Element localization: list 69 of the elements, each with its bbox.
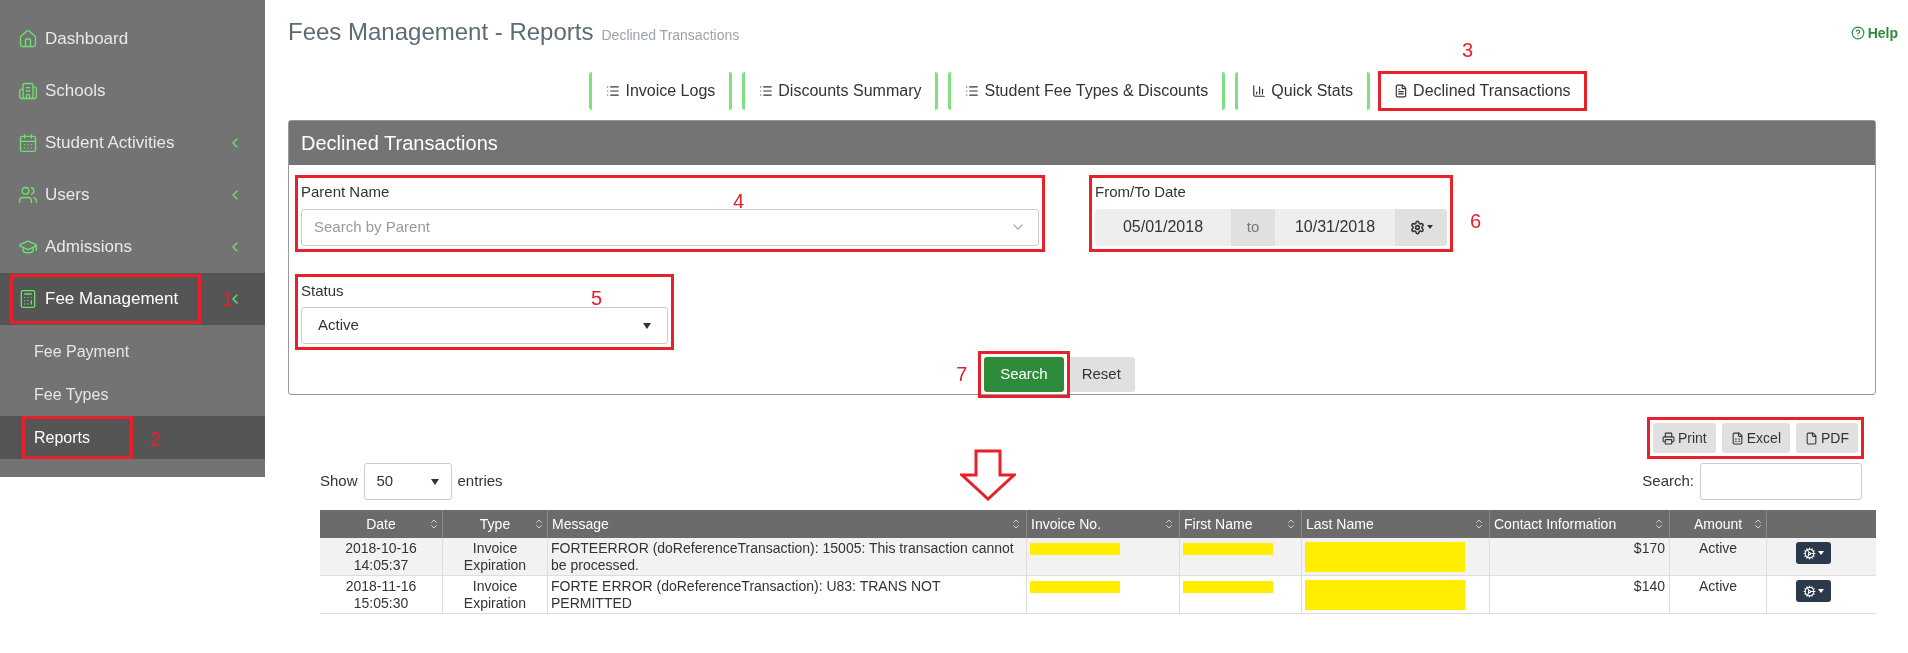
callout-number: 5 (591, 287, 603, 308)
sidebar-item[interactable]: Admissions (0, 221, 265, 273)
submenu-item[interactable]: Reports 2 (0, 416, 265, 459)
field-label: From/To Date (1095, 182, 1187, 202)
sort-icon (1163, 518, 1175, 530)
sort-icon (1653, 518, 1665, 530)
callout-number: 3 (1462, 40, 1474, 60)
table-cell: 2018-11-16 15:05:30 (320, 576, 443, 613)
search-label: Search: (1642, 471, 1694, 492)
sort-icon (428, 518, 440, 530)
report-tab[interactable]: Quick Stats (1235, 72, 1371, 110)
export-button[interactable]: Print (1652, 423, 1716, 453)
gear-icon (1803, 584, 1816, 598)
sort-icon (1285, 518, 1297, 530)
gear-icon (1803, 546, 1816, 560)
parent-select[interactable]: Search by Parent (301, 208, 1039, 246)
date-separator: to (1231, 208, 1275, 246)
page-title: Fees Management - Reports (288, 17, 594, 47)
table-cell: Active (1670, 538, 1767, 575)
to-date-field[interactable]: 10/31/2018 (1275, 208, 1395, 246)
help-icon (1850, 26, 1865, 40)
sidebar-item[interactable]: Student Activities (0, 117, 265, 169)
table-cell: 2018-10-16 14:05:37 (320, 538, 443, 575)
table-search-field[interactable] (1700, 463, 1862, 500)
callout-number: 2 (150, 429, 162, 449)
export-button[interactable]: PDF (1796, 423, 1858, 453)
submenu-item[interactable]: Fee Types (0, 373, 265, 416)
table-cell: $170 (1490, 538, 1670, 575)
submenu-item[interactable]: Fee Payment (0, 330, 265, 373)
dropdown-icon (643, 322, 651, 329)
callout-number: 1 (222, 289, 234, 309)
table-cell: Active (1670, 576, 1767, 613)
callout-number: 7 (956, 364, 968, 384)
parent-search-field[interactable]: Search by Parent (314, 215, 814, 239)
field-label: Status (301, 280, 344, 301)
sort-icon (1752, 518, 1764, 530)
entries-label: entries (457, 471, 503, 492)
show-label: Show (320, 471, 358, 492)
table-cell: Invoice Expiration (443, 538, 548, 575)
sort-icon (1473, 518, 1485, 530)
from-date-field[interactable]: 05/01/2018 (1095, 208, 1231, 246)
table-cell: FORTE ERROR (doReferenceTransaction): U83: TRANS NOT PERMITTED (548, 576, 1027, 613)
sidebar-item[interactable]: Schools (0, 65, 265, 117)
callout-number: 6 (1469, 211, 1481, 231)
export-button[interactable]: Excel (1721, 423, 1790, 453)
field-label: Parent Name (301, 182, 390, 202)
row-actions-button[interactable] (1796, 542, 1831, 564)
panel-header: Declined Transactions (289, 121, 1875, 165)
row-actions-button[interactable] (1796, 580, 1831, 602)
page-size-select[interactable]: 50 (363, 463, 452, 500)
status-select[interactable]: Active (301, 307, 668, 344)
date-settings-button[interactable] (1395, 208, 1447, 246)
callout-number: 4 (733, 191, 745, 211)
sidebar-item[interactable]: Fee Management 1 (0, 273, 265, 325)
report-tab[interactable]: Invoice Logs (589, 72, 733, 110)
sidebar-item[interactable]: Dashboard (0, 13, 265, 65)
table-cell: $140 (1490, 576, 1670, 613)
table-cell: FORTEERROR (doReferenceTransaction): 15005: This transaction cannot be processed. (548, 538, 1027, 575)
sidebar-item[interactable]: Users (0, 169, 265, 221)
report-tab[interactable]: Discounts Summary (742, 72, 939, 110)
table-cell: Invoice Expiration (443, 576, 548, 613)
help-link[interactable]: Help (1850, 22, 1898, 44)
page-subtitle: Declined Transactions (601, 26, 740, 45)
sort-icon (533, 518, 545, 530)
sort-icon (1010, 518, 1022, 530)
search-button[interactable]: Search (984, 357, 1064, 392)
report-tab[interactable]: Student Fee Types & Discounts (948, 72, 1226, 110)
gear-icon (1409, 219, 1425, 235)
reset-button[interactable]: Reset (1067, 357, 1135, 392)
